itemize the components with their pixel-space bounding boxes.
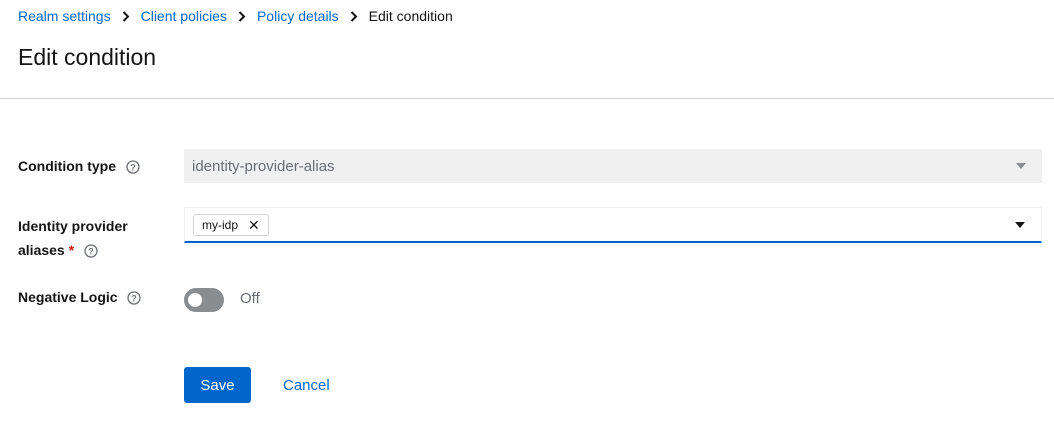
condition-type-select: identity-provider-alias [184, 149, 1042, 183]
svg-text:?: ? [132, 294, 138, 304]
help-icon[interactable]: ? [127, 291, 142, 305]
chip-label: my-idp [202, 218, 239, 232]
help-icon[interactable]: ? [126, 160, 140, 174]
negative-logic-switch[interactable] [184, 288, 224, 312]
caret-down-icon[interactable] [1015, 221, 1025, 228]
chevron-right-icon [227, 10, 257, 22]
cancel-button[interactable]: Cancel [272, 367, 341, 403]
condition-type-label: Condition type ? [18, 154, 140, 178]
breadcrumb: Realm settings Client policies Policy de… [18, 8, 453, 24]
identity-provider-aliases-select[interactable]: my-idp ✕ [184, 207, 1042, 243]
condition-type-value: identity-provider-alias [192, 157, 335, 175]
condition-type-label-text: Condition type [18, 158, 116, 174]
help-icon[interactable]: ? [84, 244, 98, 258]
svg-text:?: ? [88, 247, 94, 257]
breadcrumb-policy-details[interactable]: Policy details [257, 8, 339, 24]
chevron-right-icon [339, 10, 369, 22]
chevron-right-icon [111, 10, 141, 22]
breadcrumb-realm-settings[interactable]: Realm settings [18, 8, 111, 24]
identity-provider-aliases-label: Identity provider aliases * ? [18, 214, 128, 262]
svg-text:?: ? [130, 163, 136, 173]
negative-logic-state: Off [240, 290, 260, 307]
close-icon[interactable]: ✕ [248, 218, 260, 232]
identity-provider-aliases-label-line2: aliases [18, 242, 65, 258]
required-mark: * [68, 242, 75, 258]
caret-down-icon [1016, 163, 1026, 169]
breadcrumb-client-policies[interactable]: Client policies [141, 8, 227, 24]
chip-my-idp: my-idp ✕ [193, 214, 269, 236]
negative-logic-label-text: Negative Logic [18, 289, 118, 305]
switch-knob [188, 293, 202, 307]
breadcrumb-current: Edit condition [368, 8, 453, 24]
page-title: Edit condition [18, 44, 157, 70]
identity-provider-aliases-label-line2-wrap: aliases * ? [18, 238, 128, 262]
page-header: Realm settings Client policies Policy de… [0, 0, 1054, 99]
save-button[interactable]: Save [184, 367, 251, 403]
negative-logic-label: Negative Logic ? [18, 285, 142, 309]
identity-provider-aliases-label-line1: Identity provider [18, 218, 128, 234]
